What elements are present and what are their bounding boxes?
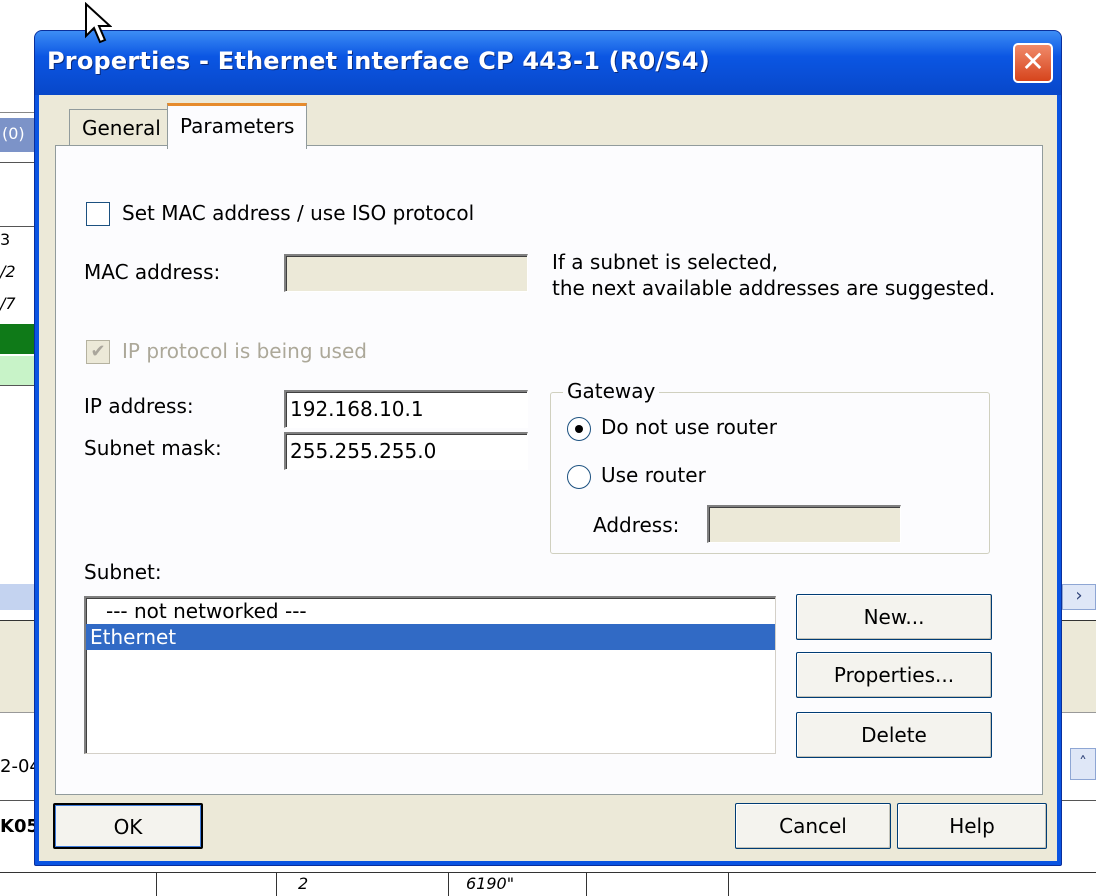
dialog-title: Properties - Ethernet interface CP 443-1…	[47, 47, 710, 75]
background-row	[0, 356, 36, 386]
delete-subnet-button[interactable]: Delete	[796, 712, 992, 758]
subnet-mask-input[interactable]: 255.255.255.0	[284, 432, 528, 470]
ip-address-input[interactable]: 192.168.10.1	[284, 390, 528, 428]
gateway-group: Gateway Do not use router Use router Add…	[550, 379, 990, 554]
router-address-label: Address:	[593, 513, 680, 537]
properties-dialog: Properties - Ethernet interface CP 443-1…	[34, 30, 1062, 866]
background-cell: 2	[298, 874, 309, 893]
divider	[448, 872, 449, 896]
background-cell: /2	[0, 262, 16, 281]
close-button[interactable]: ✕	[1013, 43, 1053, 83]
gateway-title: Gateway	[563, 379, 660, 403]
parameters-panel: Set MAC address / use ISO protocol MAC a…	[55, 145, 1043, 795]
ip-protocol-checkbox[interactable]: ✔	[86, 340, 110, 364]
dialog-titlebar[interactable]: Properties - Ethernet interface CP 443-1…	[35, 31, 1061, 95]
ip-address-label: IP address:	[84, 394, 194, 418]
background-cell: 6190"	[466, 874, 515, 893]
use-router-label: Use router	[601, 463, 706, 487]
background-bottom-row	[0, 872, 1096, 896]
divider	[276, 872, 277, 896]
scroll-right-button[interactable]: ›	[1062, 584, 1096, 610]
divider	[156, 872, 157, 896]
ok-button[interactable]: OK	[53, 803, 203, 849]
radio-use-router[interactable]	[567, 465, 591, 489]
mac-address-input[interactable]	[284, 254, 528, 292]
subnet-hint-line2: the next available addresses are suggest…	[552, 276, 996, 300]
new-subnet-button[interactable]: New...	[796, 594, 992, 640]
background-tab[interactable]: (0)	[0, 118, 34, 152]
background-row-selected	[0, 324, 36, 354]
cancel-button[interactable]: Cancel	[735, 803, 891, 849]
subnet-mask-label: Subnet mask:	[84, 436, 222, 460]
dialog-client: General Parameters Set MAC address / use…	[39, 95, 1057, 861]
divider	[728, 872, 729, 896]
mouse-pointer-icon	[85, 2, 112, 44]
divider	[0, 162, 36, 163]
router-address-input[interactable]	[707, 505, 901, 543]
scroll-up-button[interactable]: ˄	[1070, 748, 1096, 780]
close-icon: ✕	[1021, 45, 1045, 78]
radio-do-not-use-router[interactable]	[567, 417, 591, 441]
set-mac-checkbox[interactable]	[86, 202, 110, 226]
list-item-not-networked[interactable]: --- not networked ---	[86, 598, 775, 624]
set-mac-label: Set MAC address / use ISO protocol	[122, 201, 475, 225]
background-cell: 3	[0, 230, 11, 249]
tab-general[interactable]: General	[69, 109, 174, 147]
subnet-properties-button[interactable]: Properties...	[796, 652, 992, 698]
background-cell: /7	[0, 294, 16, 313]
subnet-listbox[interactable]: --- not networked --- Ethernet	[84, 596, 776, 754]
divider	[0, 226, 36, 227]
subnet-hint-line1: If a subnet is selected,	[552, 250, 778, 274]
help-button[interactable]: Help	[897, 803, 1047, 849]
ip-protocol-label: IP protocol is being used	[122, 339, 367, 363]
do-not-use-router-label: Do not use router	[601, 415, 777, 439]
mac-address-label: MAC address:	[84, 260, 221, 284]
checkmark-icon: ✔	[90, 341, 106, 362]
subnet-label: Subnet:	[84, 560, 162, 584]
divider	[586, 872, 587, 896]
tab-parameters[interactable]: Parameters	[167, 103, 308, 149]
list-item-ethernet[interactable]: Ethernet	[86, 624, 775, 650]
